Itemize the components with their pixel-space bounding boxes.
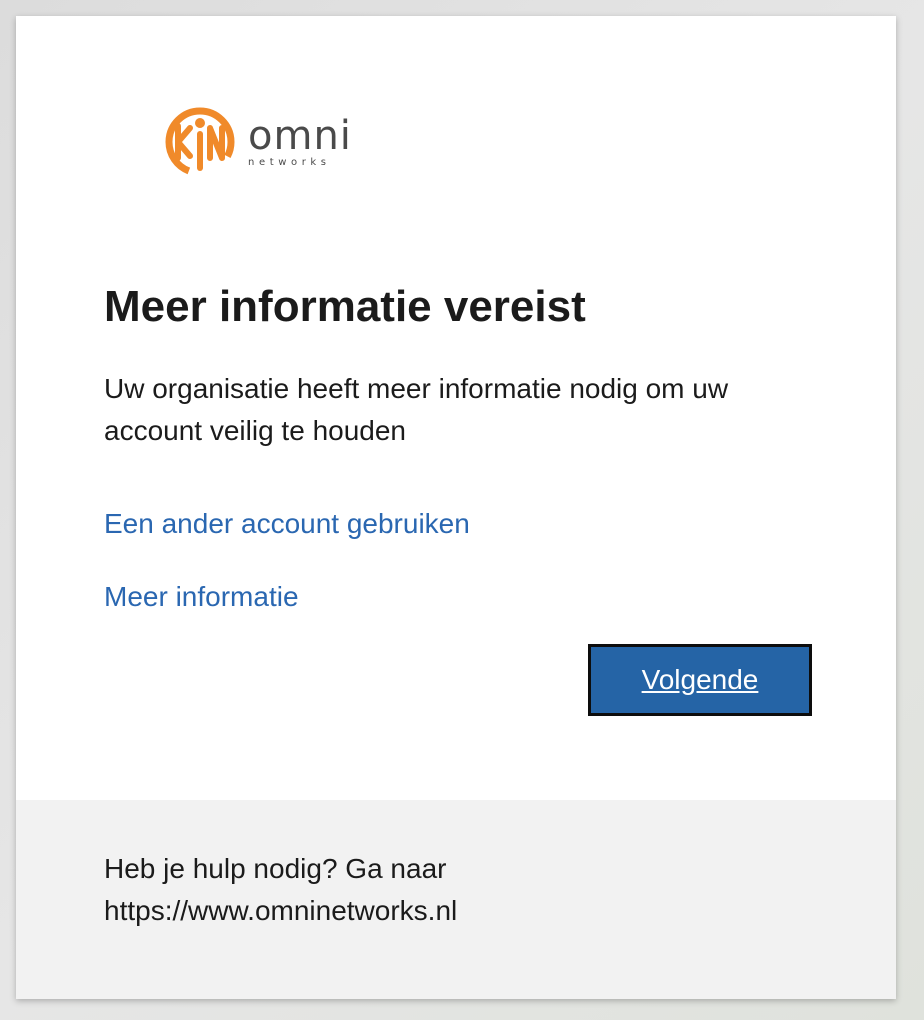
sign-in-card: omni networks Meer informatie vereist Uw… xyxy=(16,16,896,999)
omni-networks-logo-icon xyxy=(165,107,235,177)
help-url: https://www.omninetworks.nl xyxy=(104,895,458,926)
page-description: Uw organisatie heeft meer informatie nod… xyxy=(104,373,729,446)
help-text: Heb je hulp nodig? Ga naar https://www.o… xyxy=(104,848,704,932)
use-other-account-link[interactable]: Een ander account gebruiken xyxy=(104,508,470,540)
logo-subtitle: networks xyxy=(248,157,331,168)
more-info-link[interactable]: Meer informatie xyxy=(104,581,299,613)
next-button[interactable]: Volgende xyxy=(588,644,812,716)
help-text-line: Heb je hulp nodig? Ga naar xyxy=(104,853,447,884)
help-footer: Heb je hulp nodig? Ga naar https://www.o… xyxy=(16,800,896,999)
logo-wordmark: omni networks xyxy=(248,116,352,168)
page-title: Meer informatie vereist xyxy=(104,282,586,331)
company-logo: omni networks xyxy=(164,104,374,180)
logo-name: omni xyxy=(248,113,352,159)
